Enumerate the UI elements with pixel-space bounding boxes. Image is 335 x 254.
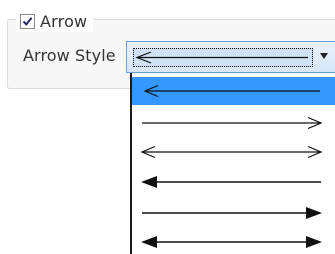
chevron-down-icon[interactable] <box>320 53 328 59</box>
arrow-style-label: Arrow Style <box>23 46 116 65</box>
right-open-arrow-icon <box>142 116 323 130</box>
arrow-group-header: Arrow <box>16 10 94 32</box>
option-right-filled-arrow[interactable] <box>132 199 335 227</box>
double-open-arrow-icon <box>140 145 323 159</box>
option-right-open-arrow[interactable] <box>132 109 335 137</box>
arrow-group-title: Arrow <box>40 11 88 31</box>
arrow-settings-panel: Arrow Arrow Style <box>0 0 335 254</box>
arrow-style-dropdown-list <box>130 73 335 254</box>
combobox-selected-value <box>133 48 313 67</box>
option-double-open-arrow[interactable] <box>132 138 335 166</box>
option-left-filled-arrow[interactable] <box>132 168 335 196</box>
left-filled-arrow-icon <box>141 176 321 188</box>
left-open-arrow-icon <box>135 51 308 64</box>
left-open-arrow-icon <box>143 84 320 98</box>
arrow-style-combobox[interactable] <box>126 41 335 73</box>
option-double-filled-arrow[interactable] <box>132 228 335 254</box>
double-filled-arrow-icon <box>141 236 322 248</box>
arrow-checkbox[interactable] <box>20 13 35 29</box>
right-filled-arrow-icon <box>142 207 322 219</box>
checkmark-icon <box>22 16 33 26</box>
option-left-open-arrow[interactable] <box>132 77 335 105</box>
